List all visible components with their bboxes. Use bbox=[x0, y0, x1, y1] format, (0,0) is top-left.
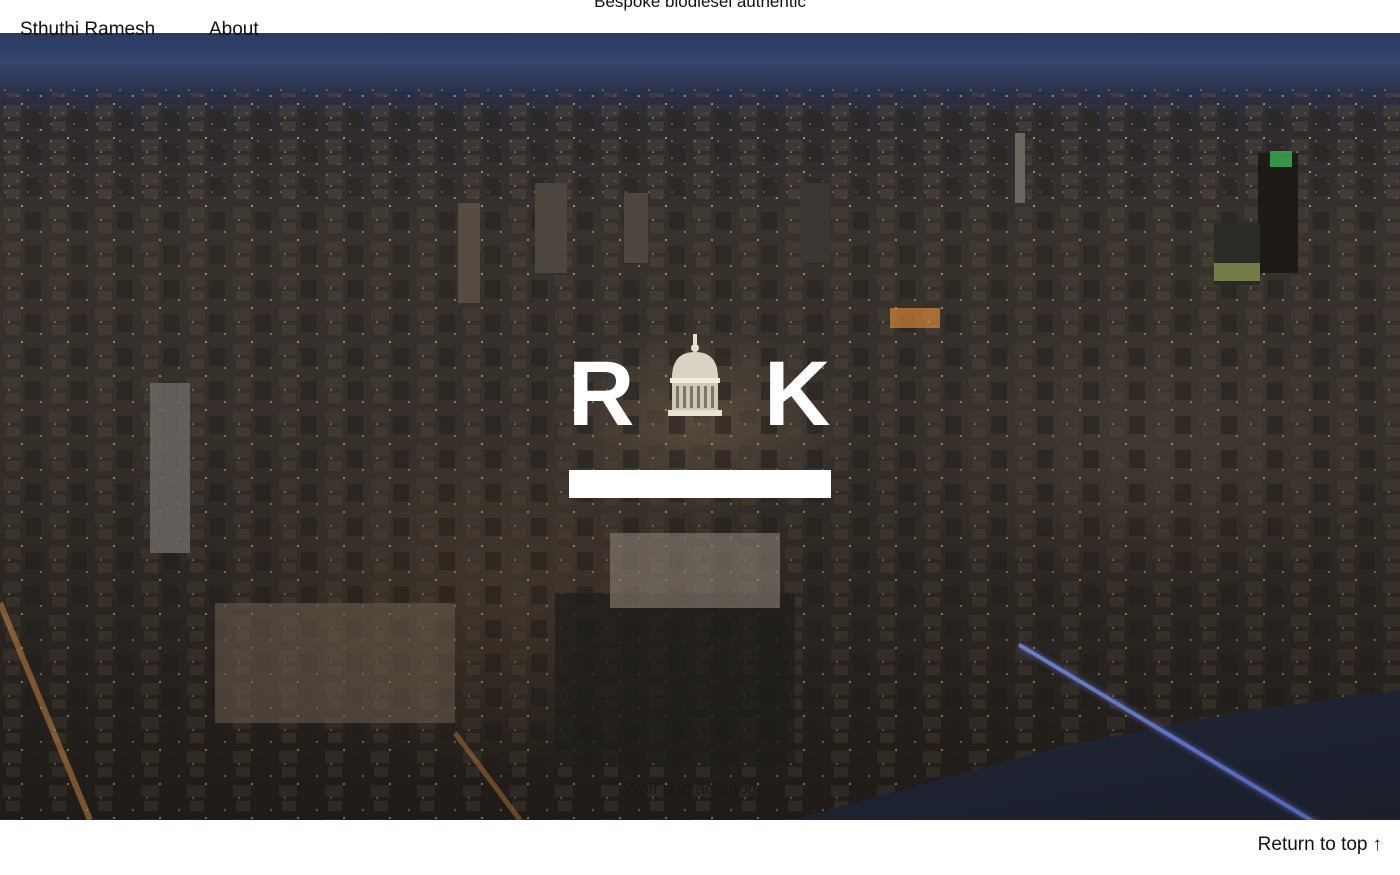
return-to-top-label: Return to top bbox=[1257, 834, 1368, 855]
nav-about-link[interactable]: About bbox=[209, 19, 259, 41]
hero-caption: Wolf pug adaptogen bbox=[624, 779, 776, 798]
footer: Return to top ↑ bbox=[0, 820, 1400, 875]
logo-underline-bar bbox=[569, 470, 831, 498]
page: Sthuthi Ramesh About Bespoke biodiesel a… bbox=[0, 0, 1400, 875]
return-to-top-link[interactable]: Return to top ↑ bbox=[1258, 834, 1382, 856]
rk-logo[interactable]: R K bbox=[568, 334, 832, 500]
site-name-link[interactable]: Sthuthi Ramesh bbox=[20, 19, 155, 41]
logo-letter-k: K bbox=[764, 343, 831, 445]
tagline: Bespoke biodiesel authentic bbox=[594, 0, 806, 11]
logo-letter-r: R bbox=[568, 343, 635, 445]
arrow-up-icon: ↑ bbox=[1372, 834, 1383, 855]
dome-icon bbox=[668, 334, 722, 416]
